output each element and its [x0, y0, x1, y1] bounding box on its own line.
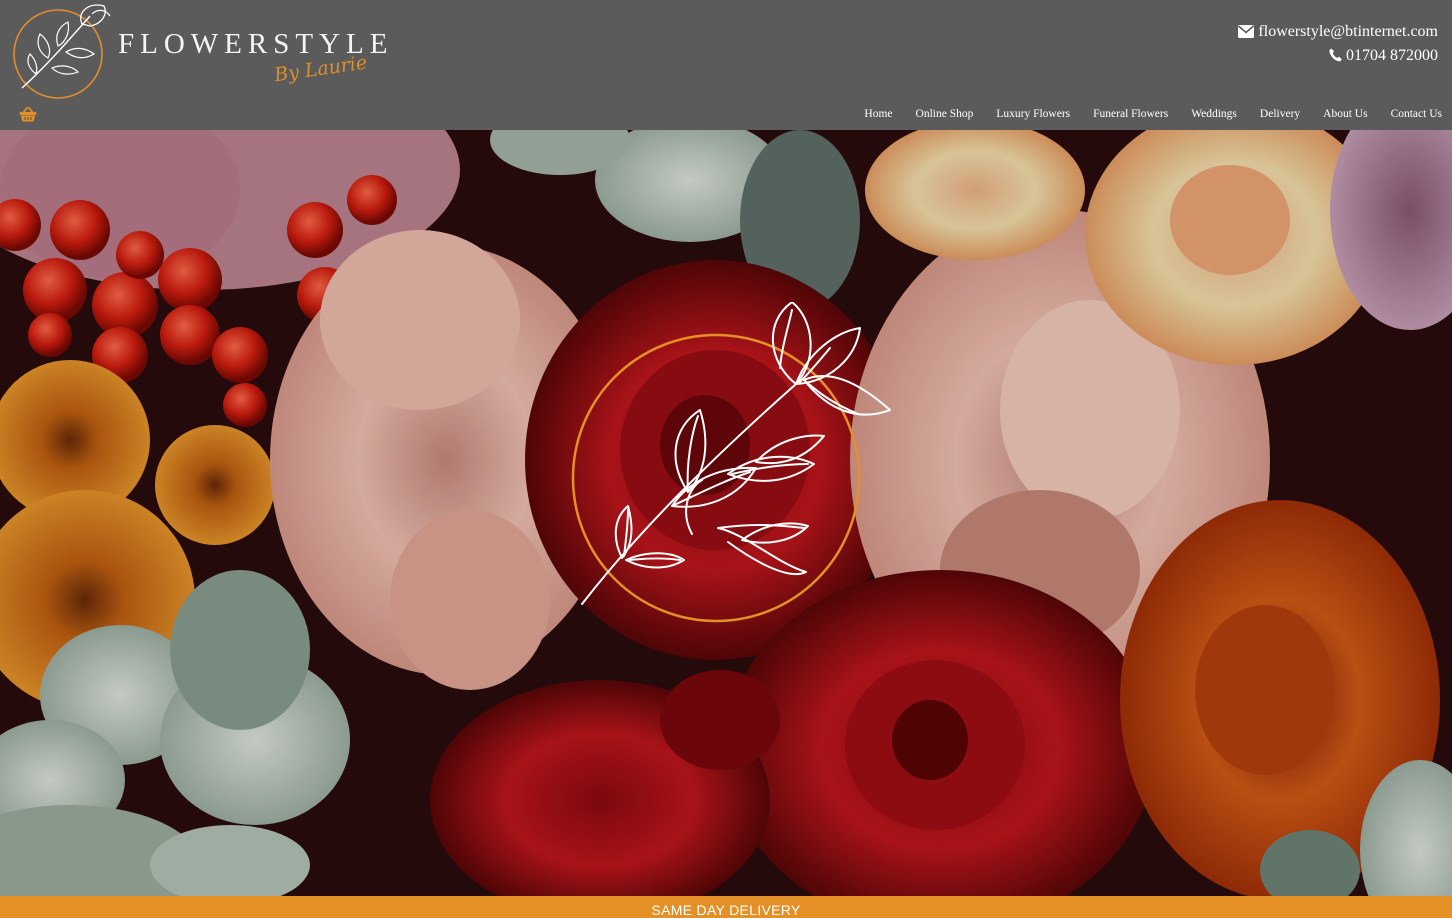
site-header: FLOWERSTYLE By Laurie flowerstyle@btinte…: [0, 0, 1452, 130]
nav-weddings[interactable]: Weddings: [1191, 105, 1237, 123]
site-logo[interactable]: FLOWERSTYLE By Laurie: [12, 0, 392, 104]
nav-luxury-flowers[interactable]: Luxury Flowers: [996, 105, 1070, 123]
shopping-basket-icon: [19, 106, 37, 122]
same-day-delivery-banner[interactable]: SAME DAY DELIVERY: [0, 896, 1452, 918]
email-link[interactable]: flowerstyle@btinternet.com: [1258, 23, 1438, 40]
nav-online-shop[interactable]: Online Shop: [916, 105, 974, 123]
phone-icon: [1329, 48, 1342, 62]
flower-line-art-icon: [571, 302, 891, 623]
contact-info: flowerstyle@btinternet.com 01704 872000: [1238, 20, 1438, 68]
envelope-icon: [1238, 25, 1255, 38]
contact-email[interactable]: flowerstyle@btinternet.com: [1238, 20, 1438, 44]
hero-banner: [0, 130, 1452, 896]
nav-delivery[interactable]: Delivery: [1260, 105, 1300, 123]
nav-home[interactable]: Home: [864, 105, 892, 123]
nav-funeral-flowers[interactable]: Funeral Flowers: [1093, 105, 1168, 123]
flower-logo-icon: [13, 4, 111, 99]
nav-about-us[interactable]: About Us: [1323, 105, 1367, 123]
contact-phone[interactable]: 01704 872000: [1238, 44, 1438, 68]
main-nav: Home Online Shop Luxury Flowers Funeral …: [864, 105, 1442, 123]
banner-text: SAME DAY DELIVERY: [651, 902, 801, 918]
cart-button[interactable]: [19, 106, 37, 127]
nav-contact-us[interactable]: Contact Us: [1391, 105, 1442, 123]
phone-number[interactable]: 01704 872000: [1346, 47, 1438, 64]
